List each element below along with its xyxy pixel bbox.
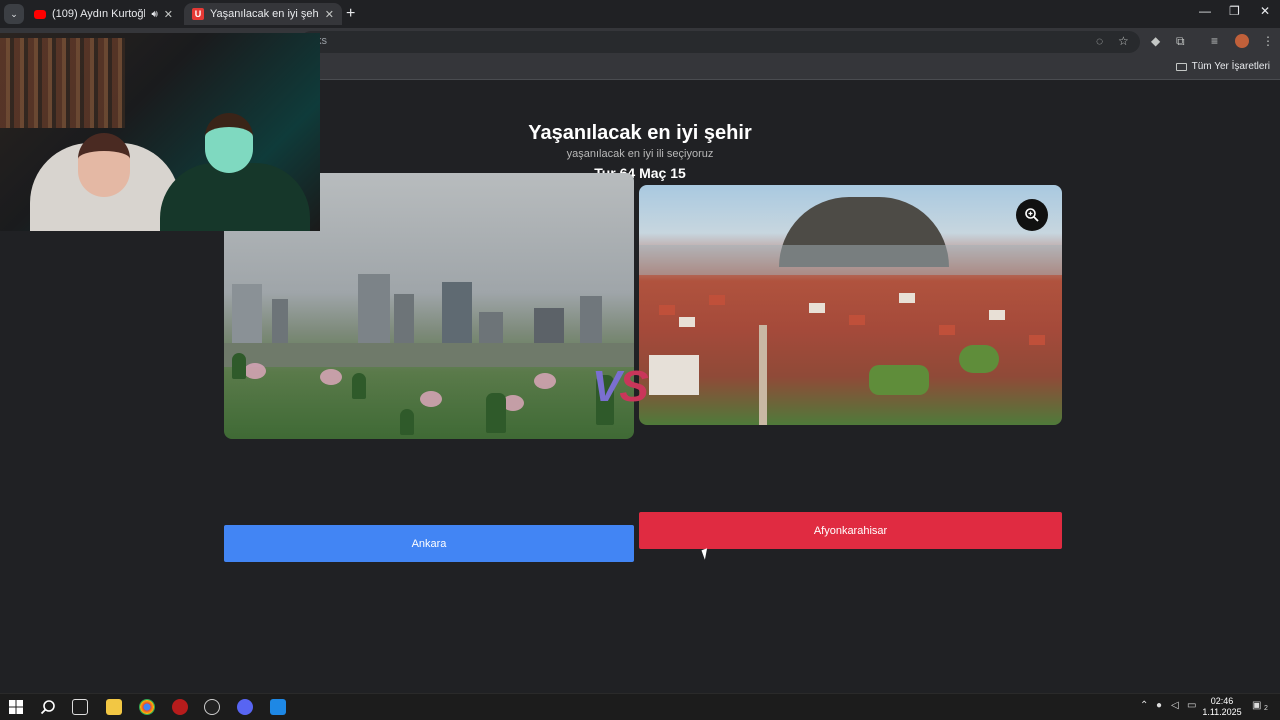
vs-badge: VS [592, 362, 649, 412]
search-icon[interactable] [40, 699, 56, 715]
blossom [420, 391, 442, 407]
close-window-icon[interactable]: ✕ [1260, 4, 1270, 18]
tab-search-button[interactable]: ⌄ [4, 4, 24, 24]
close-tab-icon[interactable]: ✕ [325, 8, 334, 21]
tab-active[interactable]: U Yaşanılacak en iyi şehir | UwUFU ✕ [184, 3, 342, 25]
tab-label: Yaşanılacak en iyi şehir | UwUFU [210, 8, 319, 20]
wall [899, 293, 915, 303]
blossom [534, 373, 556, 389]
all-bookmarks-button[interactable]: Tüm Yer İşaretleri [1175, 61, 1270, 72]
roof [1029, 335, 1045, 345]
streamer-left-head [78, 133, 130, 197]
tree [352, 373, 366, 399]
house [649, 355, 699, 395]
bookshelf [0, 38, 125, 128]
trees [869, 365, 929, 395]
chrome-icon[interactable] [139, 699, 155, 715]
tab-strip: ⌄ (109) Aydın Kurtoğlu - Söz 🔊︎ ✕ U Yaşa… [0, 0, 1280, 28]
microphone-icon[interactable]: ● [1156, 700, 1162, 711]
building [358, 274, 390, 344]
choose-ankara-button[interactable]: Ankara [224, 525, 634, 562]
zoom-in-icon [1025, 208, 1039, 222]
clock[interactable]: 02:46 1.11.2025 [1196, 696, 1248, 718]
app-red-icon[interactable] [172, 699, 188, 715]
roof [709, 295, 725, 305]
choose-afyonkarahisar-button[interactable]: Afyonkarahisar [639, 512, 1062, 549]
wall [989, 310, 1005, 320]
trees [959, 345, 999, 373]
media-icon[interactable]: ≡ [1211, 34, 1218, 48]
vs-v: V [592, 362, 621, 411]
restore-icon[interactable]: ❐ [1229, 4, 1240, 18]
roof [659, 305, 675, 315]
streamer-right-head [205, 113, 253, 173]
clock-date: 1.11.2025 [1202, 707, 1242, 717]
vs-s: S [619, 362, 648, 411]
building [272, 299, 288, 344]
youtube-icon [34, 9, 46, 19]
discord-icon[interactable] [237, 699, 253, 715]
close-tab-icon[interactable]: ✕ [164, 8, 173, 21]
eye-off-icon[interactable]: ◌ [1096, 34, 1103, 48]
folder-icon [1175, 62, 1187, 71]
menu-dots-icon[interactable]: ⋮ [1262, 34, 1274, 48]
building [534, 308, 564, 344]
streamer-right [160, 163, 310, 231]
notification-icon[interactable]: ▣ [1252, 700, 1261, 711]
u-icon: U [192, 8, 204, 20]
obs-icon[interactable] [204, 699, 220, 715]
building [479, 312, 503, 344]
tab-youtube[interactable]: (109) Aydın Kurtoğlu - Söz 🔊︎ ✕ [26, 3, 181, 25]
right-city-image[interactable] [639, 185, 1062, 425]
webcam-overlay [0, 33, 320, 231]
minimize-icon[interactable]: — [1199, 4, 1211, 18]
clock-time: 02:46 [1210, 696, 1234, 706]
task-view-icon[interactable] [72, 699, 88, 715]
stadium [224, 343, 634, 367]
building [442, 282, 472, 344]
extension-diamond-icon[interactable]: ◆ [1151, 34, 1160, 48]
notification-count: 2 [1264, 705, 1268, 712]
tree [232, 353, 246, 379]
blossom [244, 363, 266, 379]
puzzle-icon[interactable]: ⧉ [1176, 34, 1185, 49]
profile-avatar[interactable] [1235, 34, 1249, 48]
tree [486, 393, 506, 433]
building [394, 294, 414, 344]
wall [679, 317, 695, 327]
chevron-up-icon[interactable]: ⌃ [1140, 700, 1148, 711]
new-tab-button[interactable]: + [346, 5, 355, 23]
blossom [320, 369, 342, 385]
speaker-icon[interactable]: 🔊︎ [151, 9, 157, 20]
address-bar[interactable]: ks [300, 31, 1140, 53]
windows-start-icon[interactable] [8, 699, 24, 715]
roof [849, 315, 865, 325]
all-bookmarks-label: Tüm Yer İşaretleri [1191, 61, 1270, 72]
app-blue-icon[interactable] [270, 699, 286, 715]
distant-city [639, 245, 1062, 275]
taskbar: ⌃ ● ◁ ▭ 02:46 1.11.2025 ▣ 2 [0, 693, 1280, 720]
file-explorer-icon[interactable] [106, 699, 122, 715]
wall [809, 303, 825, 313]
tab-label: (109) Aydın Kurtoğlu - Söz [52, 8, 145, 20]
building [232, 284, 262, 344]
tree [400, 409, 414, 435]
roof [939, 325, 955, 335]
building [580, 296, 602, 344]
volume-icon[interactable]: ◁ [1171, 700, 1179, 711]
zoom-right-button[interactable] [1016, 199, 1048, 231]
star-icon[interactable]: ☆ [1118, 34, 1129, 48]
minaret [759, 325, 767, 425]
